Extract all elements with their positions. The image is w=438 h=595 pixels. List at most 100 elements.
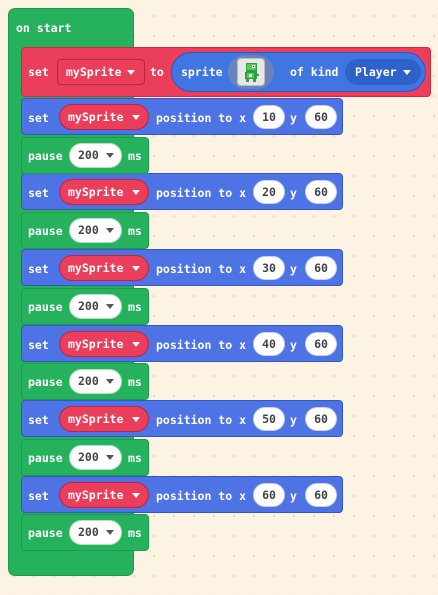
pause-duration-value: 200 <box>78 525 99 539</box>
green-creature-sprite-icon <box>237 58 265 86</box>
variable-dropdown[interactable]: mySprite <box>59 179 149 205</box>
set-position-block[interactable]: set mySprite position to x 50 y 60 <box>21 400 343 437</box>
variable-dropdown[interactable]: mySprite <box>59 406 149 432</box>
variable-dropdown[interactable]: mySprite <box>59 104 149 130</box>
y-label: y <box>290 413 297 427</box>
on-start-label: on start <box>16 21 72 35</box>
pause-duration-value: 200 <box>78 374 99 388</box>
x-input[interactable]: 10 <box>253 105 285 129</box>
pause-duration-dropdown[interactable]: 200 <box>69 218 122 243</box>
position-label: position to x <box>156 111 247 125</box>
pause-block[interactable]: pause 200 ms <box>21 363 149 400</box>
y-input[interactable]: 60 <box>305 105 337 129</box>
variable-name: mySprite <box>68 488 124 502</box>
pause-duration-value: 200 <box>78 299 99 313</box>
y-label: y <box>290 262 297 276</box>
y-input[interactable]: 60 <box>305 332 337 356</box>
chevron-down-icon <box>132 417 140 422</box>
variable-name: mySprite <box>68 337 124 351</box>
set-sprite-block[interactable]: set mySprite to sprite of kind Player <box>21 47 431 97</box>
ms-label: ms <box>128 300 142 314</box>
position-label: position to x <box>156 186 247 200</box>
variable-dropdown[interactable]: mySprite <box>59 482 149 508</box>
pause-label: pause <box>28 149 63 163</box>
set-label: set <box>28 186 49 200</box>
ms-label: ms <box>128 526 142 540</box>
position-label: position to x <box>156 413 247 427</box>
sprite-label: sprite <box>181 65 223 79</box>
set-label: set <box>28 262 49 276</box>
x-input[interactable]: 60 <box>253 483 285 507</box>
set-position-block[interactable]: set mySprite position to x 10 y 60 <box>21 98 343 135</box>
chevron-down-icon <box>403 70 411 75</box>
chevron-down-icon <box>132 342 140 347</box>
pause-duration-dropdown[interactable]: 200 <box>69 294 122 319</box>
pause-duration-value: 200 <box>78 223 99 237</box>
set-position-block[interactable]: set mySprite position to x 30 y 60 <box>21 249 343 286</box>
variable-name: mySprite <box>66 65 122 79</box>
x-input[interactable]: 40 <box>253 332 285 356</box>
pause-duration-dropdown[interactable]: 200 <box>69 369 122 394</box>
y-input[interactable]: 60 <box>305 180 337 204</box>
ms-label: ms <box>128 224 142 238</box>
chevron-down-icon <box>106 530 114 535</box>
pause-block[interactable]: pause 200 ms <box>21 439 149 476</box>
variable-dropdown[interactable]: mySprite <box>59 255 149 281</box>
variable-name: mySprite <box>68 110 124 124</box>
kind-dropdown[interactable]: Player <box>345 59 421 85</box>
chevron-down-icon <box>106 228 114 233</box>
pause-label: pause <box>28 224 63 238</box>
set-position-block[interactable]: set mySprite position to x 40 y 60 <box>21 325 343 362</box>
chevron-down-icon <box>132 493 140 498</box>
chevron-down-icon <box>106 304 114 309</box>
kind-value: Player <box>355 65 397 79</box>
set-label: set <box>28 338 49 352</box>
y-label: y <box>290 489 297 503</box>
variable-name: mySprite <box>68 261 124 275</box>
pause-duration-value: 200 <box>78 450 99 464</box>
y-input[interactable]: 60 <box>305 407 337 431</box>
x-input[interactable]: 30 <box>253 256 285 280</box>
position-label: position to x <box>156 338 247 352</box>
pause-duration-dropdown[interactable]: 200 <box>69 445 122 470</box>
variable-dropdown[interactable]: mySprite <box>57 59 145 85</box>
ms-label: ms <box>128 375 142 389</box>
ms-label: ms <box>128 149 142 163</box>
pause-duration-dropdown[interactable]: 200 <box>69 143 122 168</box>
set-label: set <box>28 489 49 503</box>
y-input[interactable]: 60 <box>305 256 337 280</box>
variable-dropdown[interactable]: mySprite <box>59 331 149 357</box>
chevron-down-icon <box>132 190 140 195</box>
pause-duration-dropdown[interactable]: 200 <box>69 520 122 545</box>
y-label: y <box>290 111 297 125</box>
set-label: set <box>28 111 49 125</box>
sprite-image-field[interactable] <box>228 55 274 89</box>
chevron-down-icon <box>106 455 114 460</box>
variable-name: mySprite <box>68 412 124 426</box>
pause-label: pause <box>28 451 63 465</box>
pause-block[interactable]: pause 200 ms <box>21 137 149 174</box>
x-input[interactable]: 50 <box>253 407 285 431</box>
pause-label: pause <box>28 300 63 314</box>
pause-block[interactable]: pause 200 ms <box>21 212 149 249</box>
pause-block[interactable]: pause 200 ms <box>21 288 149 325</box>
position-label: position to x <box>156 262 247 276</box>
chevron-down-icon <box>106 379 114 384</box>
y-label: y <box>290 338 297 352</box>
chevron-down-icon <box>132 115 140 120</box>
chevron-down-icon <box>132 266 140 271</box>
position-label: position to x <box>156 489 247 503</box>
y-input[interactable]: 60 <box>305 483 337 507</box>
y-label: y <box>290 186 297 200</box>
set-label: set <box>28 65 49 79</box>
chevron-down-icon <box>106 153 114 158</box>
to-label: to <box>150 65 164 79</box>
ms-label: ms <box>128 451 142 465</box>
of-kind-label: of kind <box>290 65 339 79</box>
x-input[interactable]: 20 <box>253 180 285 204</box>
create-sprite-block[interactable]: sprite of kind Player <box>171 52 426 92</box>
variable-name: mySprite <box>68 185 124 199</box>
set-position-block[interactable]: set mySprite position to x 20 y 60 <box>21 173 343 210</box>
set-position-block[interactable]: set mySprite position to x 60 y 60 <box>21 476 343 513</box>
pause-block[interactable]: pause 200 ms <box>21 514 149 551</box>
